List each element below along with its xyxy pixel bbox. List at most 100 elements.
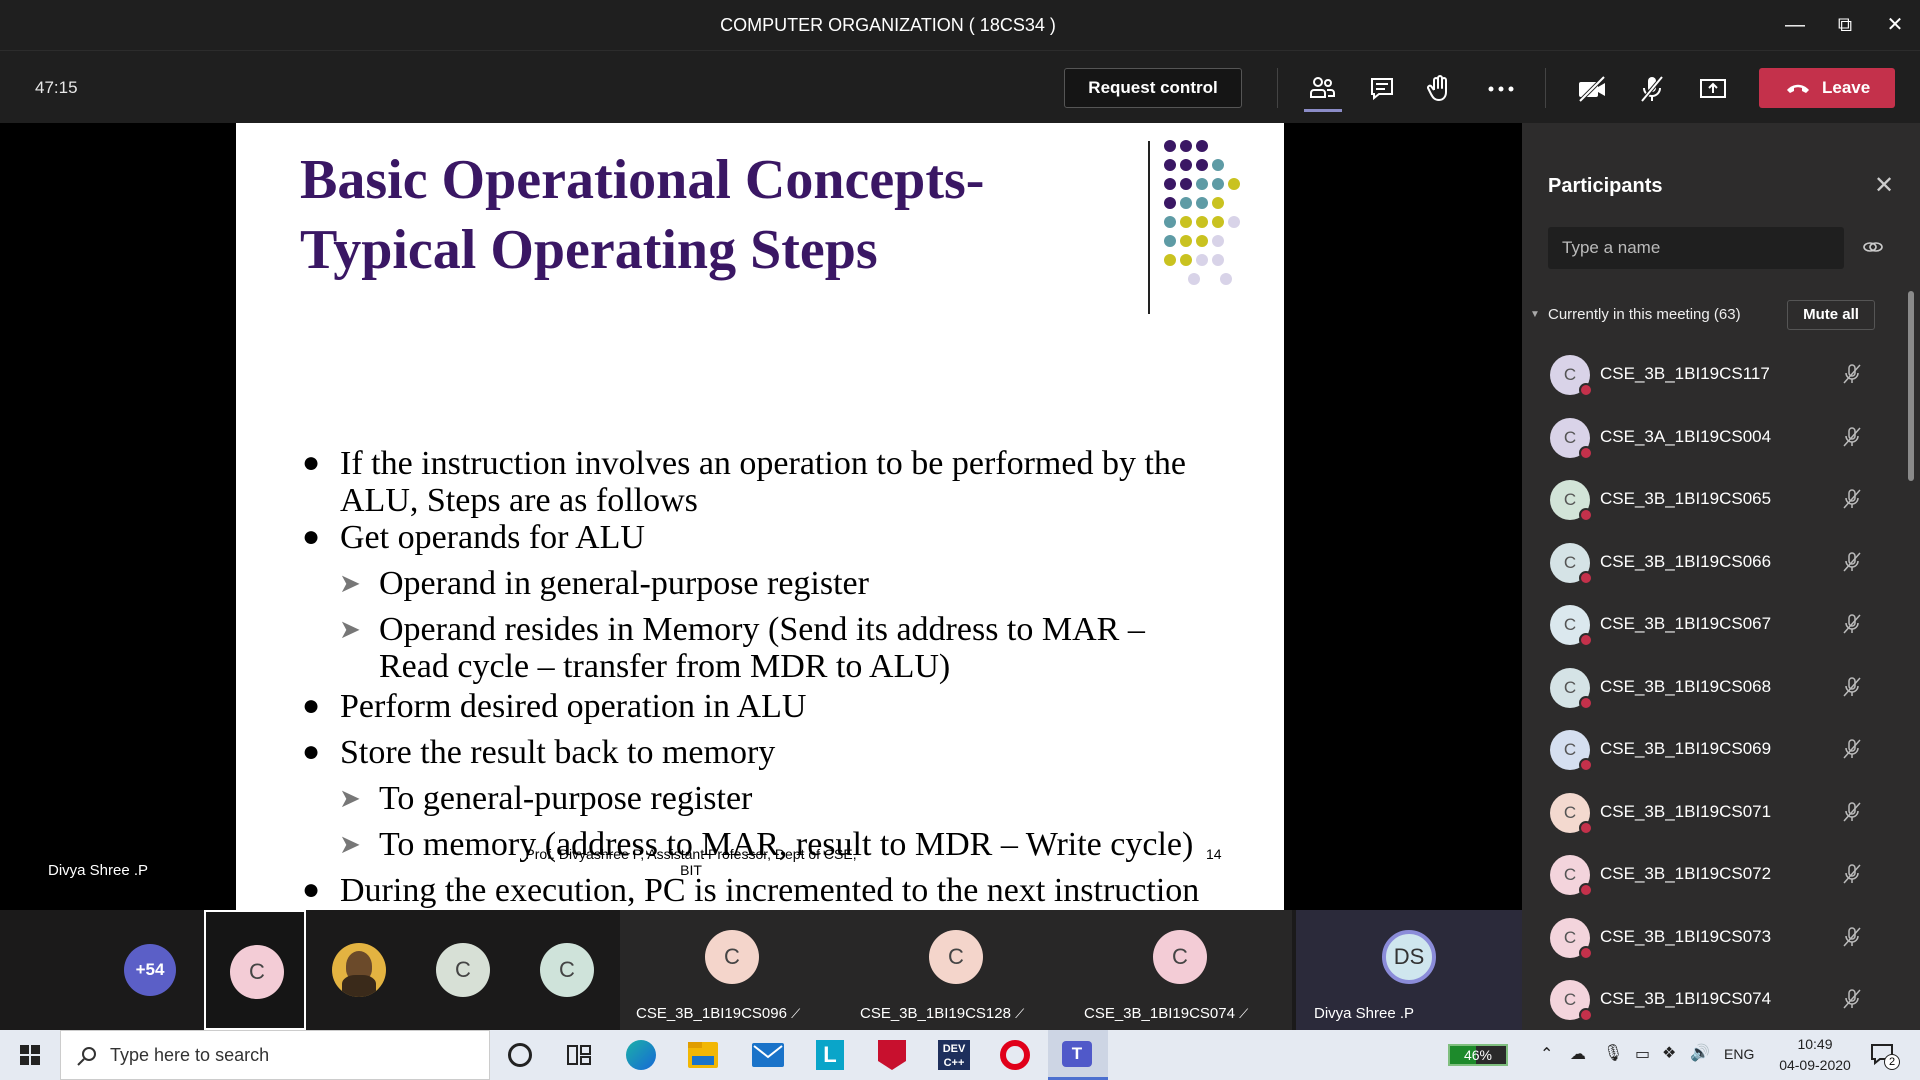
raise-hand-icon[interactable] bbox=[1422, 71, 1458, 107]
mail-icon[interactable] bbox=[752, 1043, 784, 1067]
footer-author: Prof. Divyashree P, Assistant Professor,… bbox=[525, 846, 857, 862]
presentation-slide: Basic Operational Concepts- Typical Oper… bbox=[236, 123, 1284, 910]
mic-muted-icon[interactable] bbox=[1840, 862, 1864, 886]
sub-bullet-item: ➤ Operand in general-purpose register bbox=[339, 565, 869, 602]
teams-taskbar-button[interactable]: T bbox=[1048, 1030, 1108, 1080]
clock-date[interactable]: 04-09-2020 bbox=[1768, 1057, 1862, 1073]
volume-icon[interactable]: 🔊 bbox=[1690, 1043, 1710, 1063]
mic-muted-icon[interactable] bbox=[1840, 987, 1864, 1011]
avatar: C bbox=[1550, 417, 1593, 460]
close-window-button[interactable]: ✕ bbox=[1880, 10, 1910, 40]
title-bar: COMPUTER ORGANIZATION ( 18CS34 ) — ⧉ ✕ bbox=[0, 0, 1920, 50]
participant-name: CSE_3B_1BI19CS073 bbox=[1600, 926, 1772, 946]
opera-browser-icon[interactable] bbox=[1000, 1040, 1030, 1070]
mic-muted-icon[interactable] bbox=[1840, 737, 1864, 761]
participant-search-input[interactable] bbox=[1548, 227, 1844, 269]
collapse-chevron-icon[interactable]: ▼ bbox=[1530, 309, 1540, 320]
close-panel-icon[interactable]: ✕ bbox=[1874, 171, 1894, 200]
share-invite-icon[interactable] bbox=[1862, 238, 1884, 256]
participant-row[interactable]: C CSE_3B_1BI19CS067 bbox=[1522, 593, 1902, 655]
hang-up-icon bbox=[1787, 84, 1809, 93]
mic-muted-icon[interactable] bbox=[1840, 425, 1864, 449]
participant-row[interactable]: C CSE_3B_1BI19CS072 bbox=[1522, 843, 1902, 905]
participant-video-tile[interactable]: C CSE_3B_1BI19CS128 ⟋ bbox=[844, 910, 1068, 1030]
mic-muted-icon[interactable] bbox=[1840, 487, 1864, 511]
mic-off-icon[interactable] bbox=[1634, 71, 1670, 107]
taskbar-search-box[interactable]: Type here to search bbox=[60, 1030, 490, 1080]
mic-muted-icon[interactable] bbox=[1840, 675, 1864, 699]
sub-bullet-continuation: Read cycle – transfer from MDR to ALU) bbox=[379, 648, 951, 685]
onedrive-icon[interactable]: ☁ bbox=[1570, 1044, 1586, 1064]
presence-busy-icon bbox=[1579, 820, 1593, 835]
mic-muted-icon[interactable] bbox=[1840, 362, 1864, 386]
edge-browser-icon[interactable] bbox=[626, 1040, 656, 1070]
notifications-icon[interactable]: 2 bbox=[1870, 1042, 1900, 1070]
participant-row[interactable]: C CSE_3B_1BI19CS068 bbox=[1522, 656, 1902, 718]
participant-row[interactable]: C CSE_3B_1BI19CS073 bbox=[1522, 906, 1902, 968]
tray-overflow-icon[interactable]: ⌃ bbox=[1540, 1044, 1553, 1064]
participant-name: CSE_3B_1BI19CS074 bbox=[1600, 989, 1772, 1008]
current-meeting-count[interactable]: Currently in this meeting (63) bbox=[1548, 306, 1741, 323]
leave-button[interactable]: Leave bbox=[1759, 68, 1895, 108]
overflow-participants-badge[interactable]: +54 bbox=[124, 944, 176, 996]
participants-icon[interactable] bbox=[1304, 71, 1342, 112]
scrollbar[interactable] bbox=[1908, 291, 1914, 481]
battery-tray-icon[interactable]: ▭ bbox=[1635, 1044, 1650, 1064]
bullet-continuation: ALU, Steps are as follows bbox=[340, 482, 698, 519]
windows-start-icon[interactable] bbox=[20, 1045, 40, 1065]
participant-video-tile[interactable]: C bbox=[516, 910, 618, 1030]
sub-bullet-item: ➤ Operand resides in Memory (Send its add… bbox=[339, 611, 1145, 648]
mic-muted-icon[interactable] bbox=[1840, 800, 1864, 824]
chat-icon[interactable] bbox=[1364, 71, 1400, 107]
participant-video-tile[interactable] bbox=[308, 910, 410, 1030]
mic-muted-icon[interactable] bbox=[1840, 612, 1864, 636]
slide-footer: Prof. Divyashree P, Assistant Professor,… bbox=[506, 846, 876, 878]
mic-muted-icon[interactable] bbox=[1840, 550, 1864, 574]
bullet-item: ● Perform desired operation in ALU bbox=[302, 688, 807, 725]
presence-busy-icon bbox=[1579, 695, 1593, 710]
video-gallery-strip: +54 C C C C CSE_3B_1BI19CS096 ⟋ C CSE_3B_1BI19… bbox=[0, 910, 1522, 1030]
participant-row[interactable]: C CSE_3B_1BI19CS074 bbox=[1522, 968, 1902, 1030]
task-view-icon[interactable] bbox=[566, 1042, 592, 1068]
toolbar-divider bbox=[1545, 68, 1546, 108]
battery-meter[interactable]: 46% bbox=[1448, 1044, 1508, 1066]
participant-row[interactable]: C CSE_3B_1BI19CS066 bbox=[1522, 531, 1902, 593]
clock-time[interactable]: 10:49 bbox=[1780, 1036, 1850, 1052]
participant-video-tile[interactable]: DS Divya Shree .P bbox=[1296, 910, 1522, 1030]
mcafee-icon[interactable] bbox=[878, 1040, 906, 1070]
request-control-button[interactable]: Request control bbox=[1064, 68, 1242, 108]
participant-video-tile[interactable]: C CSE_3B_1BI19CS074 ⟋ bbox=[1068, 910, 1292, 1030]
participant-name: CSE_3B_1BI19CS066 bbox=[1600, 551, 1772, 571]
file-explorer-icon[interactable] bbox=[688, 1042, 718, 1068]
participant-video-tile[interactable]: C bbox=[204, 910, 306, 1030]
slide-title-line: Basic Operational Concepts- bbox=[300, 149, 985, 211]
wifi-icon[interactable]: ❖ bbox=[1662, 1043, 1676, 1063]
participant-row[interactable]: C CSE_3A_1BI19CS004 bbox=[1522, 406, 1902, 468]
participant-row[interactable]: C CSE_3B_1BI19CS065 bbox=[1522, 468, 1902, 530]
launcher-app-icon[interactable]: L bbox=[816, 1040, 844, 1070]
presence-busy-icon bbox=[1579, 758, 1593, 772]
minimize-button[interactable]: — bbox=[1780, 10, 1810, 40]
dev-cpp-icon[interactable]: DEV C++ bbox=[938, 1040, 970, 1070]
participant-row[interactable]: C CSE_3B_1BI19CS117 bbox=[1522, 343, 1902, 405]
participant-video-tile[interactable]: C bbox=[412, 910, 514, 1030]
restore-button[interactable]: ⧉ bbox=[1830, 10, 1860, 40]
avatar: C bbox=[1153, 930, 1207, 984]
presenter-name: Divya Shree .P bbox=[48, 862, 149, 879]
mic-muted-icon[interactable] bbox=[1840, 925, 1864, 949]
mute-all-button[interactable]: Mute all bbox=[1787, 300, 1875, 330]
slide-title-line: Typical Operating Steps bbox=[300, 219, 878, 281]
cortana-icon[interactable] bbox=[508, 1043, 532, 1067]
avatar: C bbox=[1550, 355, 1593, 397]
share-screen-icon[interactable] bbox=[1695, 71, 1731, 107]
participant-name: CSE_3B_1BI19CS069 bbox=[1600, 739, 1772, 758]
language-indicator[interactable]: ENG bbox=[1724, 1046, 1754, 1062]
participant-row[interactable]: C CSE_3B_1BI19CS071 bbox=[1522, 781, 1902, 843]
mic-tray-icon[interactable]: 🎙 bbox=[1603, 1043, 1623, 1063]
participant-video-tile[interactable]: C CSE_3B_1BI19CS096 ⟋ bbox=[620, 910, 844, 1030]
more-options-icon[interactable] bbox=[1483, 71, 1519, 107]
camera-off-icon[interactable] bbox=[1574, 71, 1610, 107]
teams-icon: T bbox=[1062, 1041, 1092, 1067]
participant-row[interactable]: C CSE_3B_1BI19CS069 bbox=[1522, 718, 1902, 780]
participant-name: CSE_3B_1BI19CS117 bbox=[1600, 364, 1770, 383]
